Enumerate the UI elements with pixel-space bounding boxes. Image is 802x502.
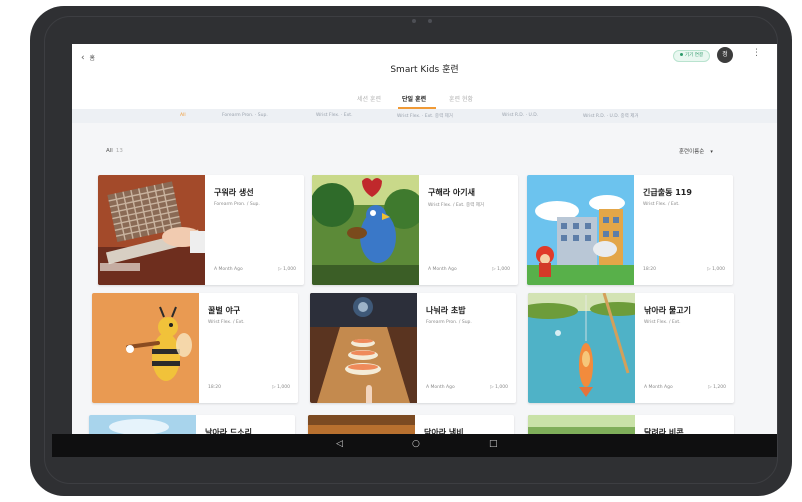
app-bar: ‹ 홈 Smart Kids 훈련 기기 연결 정 ⋮ [72, 44, 777, 91]
card-play-count: ▷ 1,000 [278, 267, 296, 272]
game-card[interactable]: 구해라 아기새 Wrist Flex. / Ext. 중력 제거 A Month… [312, 175, 518, 285]
card-date: A Month Ago [426, 385, 455, 390]
all-label: All [106, 148, 113, 154]
filter-wrist-flex-ext-gravity[interactable]: Wrist Flex. · Ext. 중력 제거 [397, 113, 453, 119]
page-title: Smart Kids 훈련 [390, 65, 459, 75]
count-value: 13 [115, 148, 123, 154]
game-card[interactable]: 나눠라 초밥 Forearm Pron. / Sup. A Month Ago … [310, 293, 516, 403]
filter-wrist-rd-ud[interactable]: Wrist R.D. · U.D. [502, 113, 538, 118]
sort-label: 훈련이름순 [679, 149, 705, 155]
card-date: A Month Ago [428, 267, 457, 272]
card-motion: Forearm Pron. / Sup. [214, 202, 260, 207]
card-info: 나눠라 초밥 Forearm Pron. / Sup. A Month Ago … [426, 293, 512, 403]
parrot-thumbnail [312, 175, 419, 285]
bee-baseball-thumbnail [92, 293, 199, 403]
card-motion: Wrist Flex. / Ext. [208, 320, 245, 325]
result-count: All 13 [106, 148, 123, 154]
card-play-count: ▷ 1,000 [490, 385, 508, 390]
status-label: 기기 연결 [685, 53, 703, 58]
card-play-count: ▷ 1,000 [492, 267, 510, 272]
tab-session-training[interactable]: 세션 훈련 [357, 94, 381, 103]
card-play-count: ▷ 1,000 [272, 385, 290, 390]
sensor-dot [428, 19, 432, 23]
nav-home-icon[interactable]: ○ [412, 439, 420, 449]
tab-bar: 세션 훈련 단일 훈련 훈련 현황 [72, 91, 777, 109]
fishing-thumbnail [528, 293, 635, 403]
app-screen: ‹ 홈 Smart Kids 훈련 기기 연결 정 ⋮ 세션 훈련 단일 훈련 … [72, 44, 777, 455]
filter-forearm-pron-sup[interactable]: Forearm Pron. · Sup. [222, 113, 268, 118]
card-date: A Month Ago [644, 385, 673, 390]
card-motion: Wrist Flex. / Ext. [644, 320, 681, 325]
firefighter-thumbnail [527, 175, 634, 285]
card-title: 나눠라 초밥 [426, 306, 466, 315]
tab-training-status[interactable]: 훈련 현황 [449, 94, 473, 103]
card-info: 꿀벌 야구 Wrist Flex. / Ext. 18:20 ▷ 1,000 [208, 293, 294, 403]
game-card[interactable]: 구워라 생선 Forearm Pron. / Sup. A Month Ago … [98, 175, 304, 285]
card-play-count: ▷ 1,000 [707, 267, 725, 272]
card-motion: Wrist Flex. / Ext. [643, 202, 680, 207]
back-label: 홈 [89, 55, 96, 62]
card-title: 긴급출동 119 [643, 188, 692, 197]
card-title: 꿀벌 야구 [208, 306, 241, 315]
card-date: A Month Ago [214, 267, 243, 272]
filter-wrist-flex-ext[interactable]: Wrist Flex. · Ext. [316, 113, 353, 118]
card-info: 구워라 생선 Forearm Pron. / Sup. A Month Ago … [214, 175, 300, 285]
filter-wrist-rd-ud-gravity[interactable]: Wrist R.D. · U.D. 중력 제거 [583, 113, 639, 119]
more-menu-icon[interactable]: ⋮ [752, 48, 761, 58]
filter-all[interactable]: All [180, 113, 186, 118]
game-card[interactable]: 긴급출동 119 Wrist Flex. / Ext. 18:20 ▷ 1,00… [527, 175, 733, 285]
card-motion: Forearm Pron. / Sup. [426, 320, 472, 325]
card-title: 구워라 생선 [214, 188, 254, 197]
card-date: 18:20 [208, 385, 221, 390]
card-play-count: ▷ 1,200 [708, 385, 726, 390]
game-card[interactable]: 꿀벌 야구 Wrist Flex. / Ext. 18:20 ▷ 1,000 [92, 293, 298, 403]
nav-back-icon[interactable]: ◁ [336, 439, 343, 449]
tab-single-training[interactable]: 단일 훈련 [402, 94, 426, 103]
system-nav-bar: ◁ ○ □ [52, 434, 777, 457]
card-info: 구해라 아기새 Wrist Flex. / Ext. 중력 제거 A Month… [428, 175, 514, 285]
card-info: 긴급출동 119 Wrist Flex. / Ext. 18:20 ▷ 1,00… [643, 175, 729, 285]
filter-bar: All Forearm Pron. · Sup. Wrist Flex. · E… [72, 109, 777, 123]
card-info: 낚아라 물고기 Wrist Flex. / Ext. A Month Ago ▷… [644, 293, 730, 403]
camera-dot [412, 19, 416, 23]
card-title: 구해라 아기새 [428, 188, 475, 197]
nav-recents-icon[interactable]: □ [489, 439, 498, 449]
card-title: 낚아라 물고기 [644, 306, 691, 315]
caret-down-icon: ▾ [710, 149, 713, 155]
avatar[interactable]: 정 [717, 47, 733, 63]
sort-dropdown[interactable]: 훈련이름순 ▾ [679, 147, 713, 155]
game-card[interactable]: 낚아라 물고기 Wrist Flex. / Ext. A Month Ago ▷… [528, 293, 734, 403]
card-date: 18:20 [643, 267, 656, 272]
card-motion: Wrist Flex. / Ext. 중력 제거 [428, 203, 485, 208]
status-dot-icon [680, 53, 683, 56]
device-status-badge[interactable]: 기기 연결 [673, 50, 710, 62]
grill-fish-thumbnail [98, 175, 205, 285]
sushi-thumbnail [310, 293, 417, 403]
